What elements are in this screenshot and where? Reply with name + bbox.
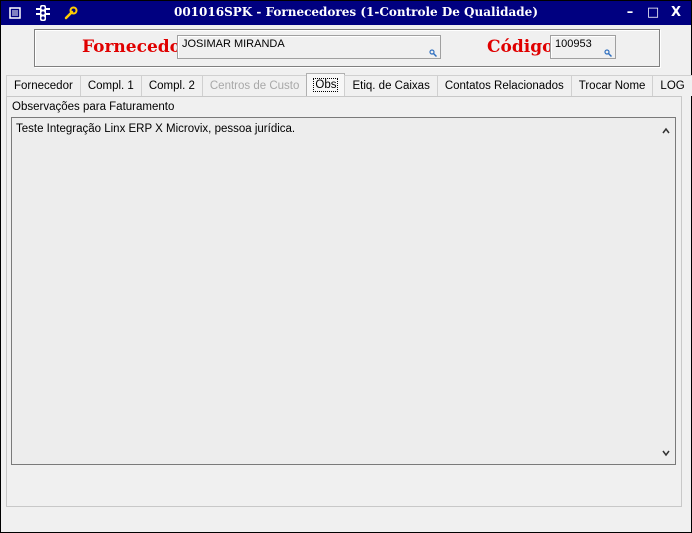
code-value: 100953: [555, 38, 592, 50]
window-title: 001016SPK - Fornecedores (1-Controle De …: [173, 5, 538, 19]
supplier-name-field[interactable]: JOSIMAR MIRANDA: [177, 35, 441, 59]
tab-compl-1[interactable]: Compl. 1: [79, 75, 142, 96]
tab-compl-2[interactable]: Compl. 2: [140, 75, 203, 96]
code-field[interactable]: 100953: [550, 35, 616, 59]
tab-label: Etiq. de Caixas: [352, 80, 430, 92]
tab-label: LOG: [660, 80, 685, 92]
tab-label: Contatos Relacionados: [444, 80, 564, 92]
tab-label: Fornecedor: [14, 80, 73, 92]
title-bar[interactable]: 001016SPK - Fornecedores (1-Controle De …: [1, 1, 691, 25]
scroll-down-icon[interactable]: [661, 448, 671, 458]
tab-centros-de-custo: Centros de Custo: [201, 75, 308, 96]
code-label: Código: [487, 37, 554, 57]
obs-tab-panel: Observações para Faturamento Teste Integ…: [6, 96, 682, 507]
supplier-label: Fornecedor: [82, 37, 190, 57]
minimize-button[interactable]: –: [621, 4, 639, 22]
tab-label: Centros de Custo: [209, 80, 300, 92]
lookup-icon[interactable]: [604, 49, 612, 57]
tab-trocar-nome[interactable]: Trocar Nome: [570, 75, 654, 96]
tab-obs[interactable]: Obs: [306, 73, 346, 96]
tab-fornecedor[interactable]: Fornecedor: [6, 75, 81, 96]
tab-label: Obs: [313, 78, 339, 92]
supplier-window: 001016SPK - Fornecedores (1-Controle De …: [0, 0, 692, 533]
tab-etiq-de-caixas[interactable]: Etiq. de Caixas: [344, 75, 438, 96]
obs-label: Observações para Faturamento: [12, 101, 175, 113]
tab-contatos-relacionados[interactable]: Contatos Relacionados: [436, 75, 572, 96]
tab-label: Compl. 1: [87, 80, 134, 92]
tab-label: Compl. 2: [148, 80, 195, 92]
maximize-button[interactable]: □: [644, 4, 662, 22]
scroll-up-icon[interactable]: [661, 126, 671, 136]
tab-label: Trocar Nome: [578, 80, 646, 92]
obs-text: Teste Integração Linx ERP X Microvix, pe…: [16, 123, 296, 135]
supplier-header-panel: Fornecedor JOSIMAR MIRANDA Código 100953: [34, 29, 660, 67]
tab-log[interactable]: LOG: [652, 75, 692, 96]
obs-textarea[interactable]: Teste Integração Linx ERP X Microvix, pe…: [11, 117, 676, 465]
close-button[interactable]: X: [667, 4, 685, 22]
tab-strip: Fornecedor Compl. 1 Compl. 2 Centros de …: [6, 73, 692, 96]
supplier-name-value: JOSIMAR MIRANDA: [182, 38, 285, 50]
lookup-icon[interactable]: [429, 49, 437, 57]
